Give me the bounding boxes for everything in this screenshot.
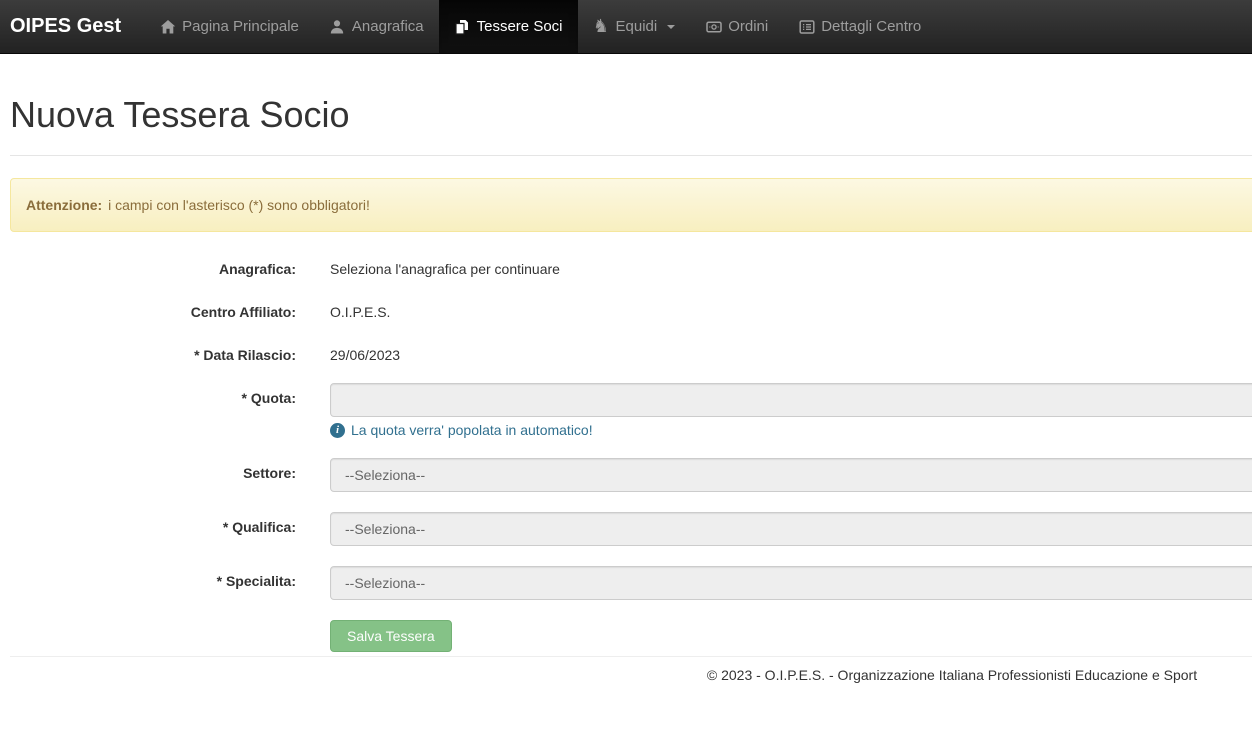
page-container: Nuova Tessera Socio Attenzione: i campi … <box>10 95 1252 683</box>
nav-label: Pagina Principale <box>182 18 299 35</box>
nav-item-equidi[interactable]: ♞ Equidi <box>578 0 691 53</box>
specialita-select[interactable]: --Seleziona-- <box>330 566 1252 600</box>
anagrafica-value: Seleziona l'anagrafica per continuare <box>330 261 560 277</box>
specialita-label: * Specialita: <box>216 573 296 589</box>
alert-text: i campi con l'asterisco (*) sono obbliga… <box>108 197 370 213</box>
footer-divider <box>10 656 1252 657</box>
form-row-qualifica: * Qualifica: --Seleziona-- <box>10 512 1252 546</box>
info-icon: i <box>330 422 345 438</box>
nav-label: Anagrafica <box>351 18 424 35</box>
centro-affiliato-label: Centro Affiliato: <box>190 304 296 320</box>
page-title: Nuova Tessera Socio <box>10 94 350 135</box>
anagrafica-label: Anagrafica: <box>218 261 296 277</box>
alert-prefix: Attenzione: <box>26 197 103 213</box>
user-icon <box>329 18 346 35</box>
quota-help: i La quota verra' popolata in automatico… <box>330 422 1252 438</box>
nav-item-tessere-soci[interactable]: Tessere Soci <box>438 0 578 53</box>
form-row-anagrafica: Anagrafica: Seleziona l'anagrafica per c… <box>10 254 1252 277</box>
main-nav: Pagina Principale Anagrafica Tessere Soc… <box>144 0 936 53</box>
qualifica-label: * Qualifica: <box>222 519 296 535</box>
title-divider <box>10 155 1252 156</box>
app-brand[interactable]: OIPES Gest <box>0 0 136 53</box>
duplicate-pages-icon <box>454 18 471 35</box>
home-icon <box>159 18 176 35</box>
quota-input <box>330 383 1252 417</box>
form-row-data-rilascio: * Data Rilascio: 29/06/2023 <box>10 340 1252 363</box>
settore-label: Settore: <box>243 465 296 481</box>
caret-down-icon <box>667 24 676 29</box>
nav-item-anagrafica[interactable]: Anagrafica <box>314 0 439 53</box>
form-row-settore: Settore: --Seleziona-- <box>10 458 1252 492</box>
nav-item-dettagli-centro[interactable]: Dettagli Centro <box>783 0 936 53</box>
footer-text: © 2023 - O.I.P.E.S. - Organizzazione Ita… <box>706 667 1198 683</box>
qualifica-select[interactable]: --Seleziona-- <box>330 512 1252 546</box>
nav-item-ordini[interactable]: Ordini <box>690 0 783 53</box>
list-alt-icon <box>798 18 815 35</box>
quota-label: * Quota: <box>241 390 296 406</box>
top-navbar: OIPES Gest Pagina Principale Anagrafica <box>0 0 1252 54</box>
nav-label: Ordini <box>728 18 769 35</box>
form-row-quota: * Quota: i La quota verra' popolata in a… <box>10 383 1252 438</box>
data-rilascio-value: 29/06/2023 <box>330 347 401 363</box>
banknote-icon <box>705 18 722 35</box>
nav-label: Tessere Soci <box>476 18 563 35</box>
settore-select[interactable]: --Seleziona-- <box>330 458 1252 492</box>
form-row-centro-affiliato: Centro Affiliato: O.I.P.E.S. <box>10 297 1252 320</box>
form-row-specialita: * Specialita: --Seleziona-- <box>10 566 1252 600</box>
form-row-save: Salva Tessera <box>10 620 1252 652</box>
save-tessera-button[interactable]: Salva Tessera <box>330 620 452 652</box>
tessera-form: Anagrafica: Seleziona l'anagrafica per c… <box>10 254 1252 652</box>
centro-affiliato-value: O.I.P.E.S. <box>330 304 391 320</box>
warning-alert: Attenzione: i campi con l'asterisco (*) … <box>10 178 1252 232</box>
nav-label: Equidi <box>615 18 658 35</box>
data-rilascio-label: * Data Rilascio: <box>194 347 296 363</box>
nav-label: Dettagli Centro <box>821 18 922 35</box>
quota-help-text: La quota verra' popolata in automatico! <box>351 422 593 438</box>
chess-knight-icon: ♞ <box>592 16 610 37</box>
nav-item-pagina-principale[interactable]: Pagina Principale <box>144 0 314 53</box>
